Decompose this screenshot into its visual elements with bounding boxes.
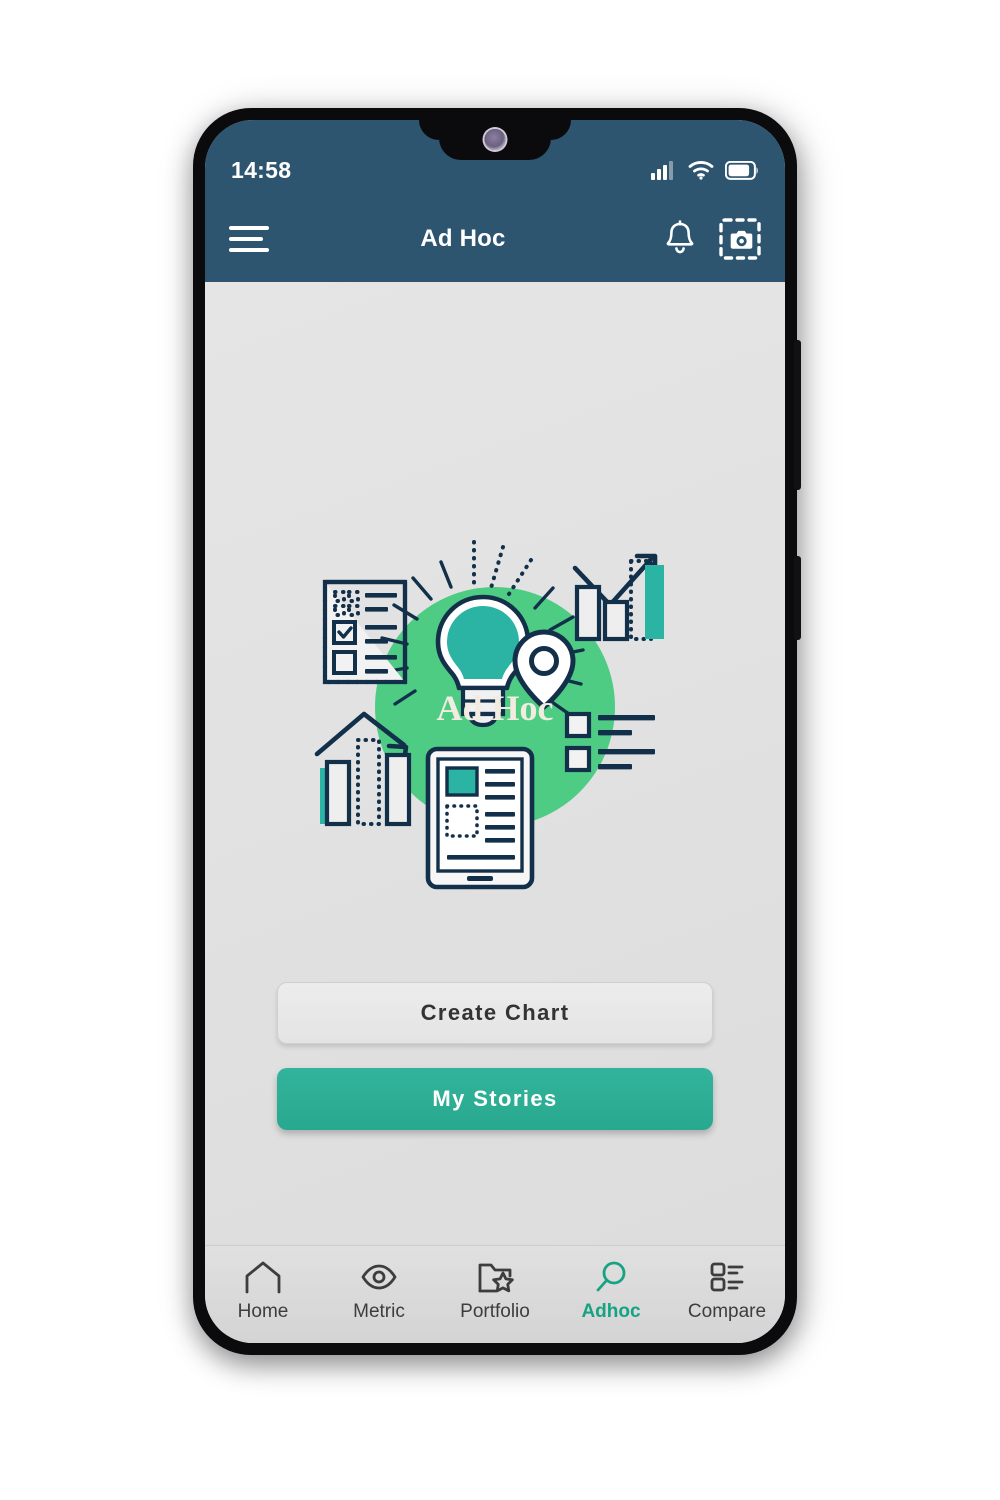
nav-label-adhoc: Adhoc	[581, 1301, 641, 1322]
nav-label-compare: Compare	[687, 1301, 767, 1322]
phone-screen: 14:58 Ad Hoc Ad Hoc Create Chart My Stor…	[205, 120, 785, 1343]
app-bar: Ad Hoc	[205, 196, 785, 282]
bell-notification-icon[interactable]	[663, 220, 697, 258]
nav-item-portfolio[interactable]: Portfolio	[437, 1260, 553, 1323]
cta-button-group: Create Chart My Stories	[205, 982, 785, 1130]
top-bar: 14:58 Ad Hoc	[205, 120, 785, 282]
page-title: Ad Hoc	[420, 225, 506, 252]
tablet-report-icon	[425, 746, 535, 890]
nav-label-metric: Metric	[353, 1301, 405, 1322]
hero-center-label: Ad Hoc	[437, 688, 554, 728]
eye-icon	[359, 1260, 399, 1294]
adhoc-hero-illustration: .ol { fill:none; stroke:#13304a; stroke-…	[295, 472, 695, 892]
power-button[interactable]	[794, 556, 801, 640]
growth-bar-chart-icon	[572, 553, 664, 642]
compare-list-icon	[707, 1260, 747, 1294]
create-chart-button[interactable]: Create Chart	[277, 982, 713, 1044]
status-clock: 14:58	[231, 156, 292, 183]
checklist-document-icon	[322, 579, 408, 685]
bottom-navigation-bar: Home Metric Portfolio Adhoc Compare	[205, 1245, 785, 1343]
nav-item-compare[interactable]: Compare	[669, 1260, 785, 1323]
status-bar: 14:58	[205, 150, 785, 190]
nav-item-adhoc[interactable]: Adhoc	[553, 1260, 669, 1323]
nav-label-portfolio: Portfolio	[460, 1301, 530, 1322]
nav-label-home: Home	[237, 1301, 289, 1322]
nav-item-home[interactable]: Home	[205, 1260, 321, 1323]
folder-star-icon	[475, 1260, 515, 1294]
my-stories-button[interactable]: My Stories	[277, 1068, 713, 1130]
screenshot-camera-icon[interactable]	[719, 218, 761, 260]
wifi-icon	[688, 160, 714, 180]
nav-item-metric[interactable]: Metric	[321, 1260, 437, 1323]
front-camera-icon	[484, 129, 506, 150]
magnifier-icon	[591, 1260, 631, 1294]
home-icon	[243, 1260, 283, 1294]
battery-icon	[725, 160, 759, 180]
phone-device-frame: 14:58 Ad Hoc Ad Hoc Create Chart My Stor…	[193, 108, 801, 1355]
signal-icon	[651, 160, 677, 180]
screenshot-canvas: 14:58 Ad Hoc Ad Hoc Create Chart My Stor…	[0, 0, 1000, 1500]
volume-button[interactable]	[794, 340, 801, 490]
phone-bezel: 14:58 Ad Hoc Ad Hoc Create Chart My Stor…	[205, 120, 785, 1343]
main-content: .ol { fill:none; stroke:#13304a; stroke-…	[205, 282, 785, 1245]
